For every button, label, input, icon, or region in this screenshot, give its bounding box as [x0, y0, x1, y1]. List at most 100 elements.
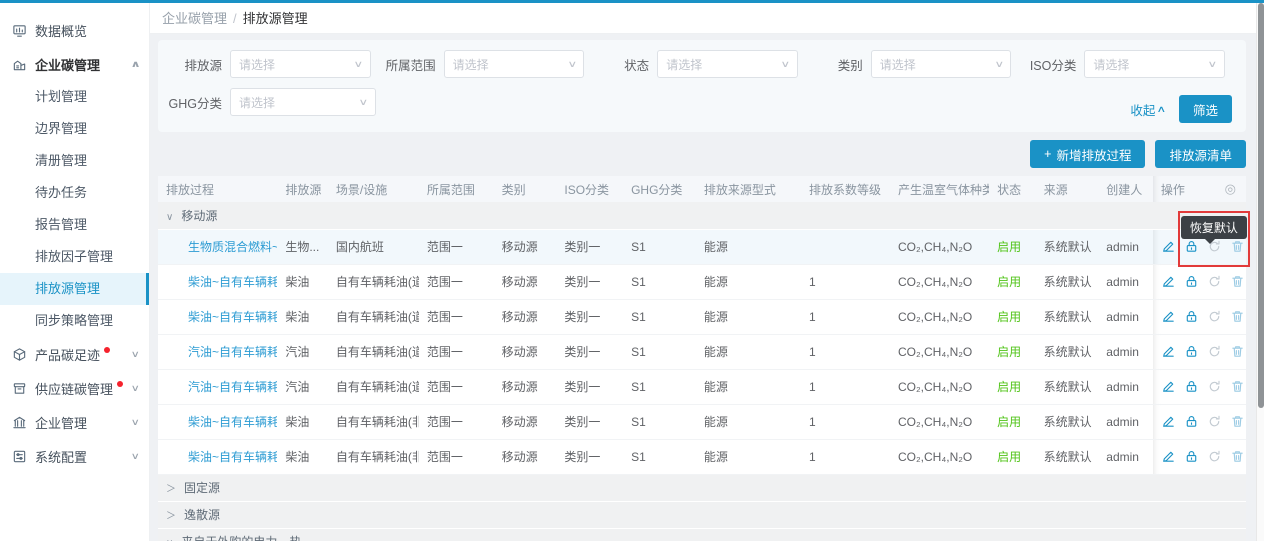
- lock-icon[interactable]: [1184, 379, 1200, 395]
- restore-default-icon[interactable]: [1207, 449, 1223, 465]
- table-row[interactable]: 柴油~自有车辆耗油...柴油自有车辆耗油(非...范围一移动源类别一S1能源1C…: [158, 404, 1246, 439]
- column-header-来源: 来源: [1036, 176, 1099, 202]
- delete-icon[interactable]: [1230, 309, 1246, 325]
- cell-creator: admin: [1098, 229, 1153, 264]
- group-row-固定源[interactable]: ＞固定源: [158, 474, 1246, 501]
- cell-actions: [1153, 264, 1246, 299]
- restore-default-icon[interactable]: [1207, 379, 1223, 395]
- sidebar-item-供应链碳管理[interactable]: 供应链碳管理∨: [0, 371, 149, 405]
- sidebar-item-排放源管理[interactable]: 排放源管理: [0, 273, 149, 305]
- row-actions: [1161, 274, 1238, 290]
- table-row[interactable]: 汽油~自有车辆耗油...汽油自有车辆耗油(道...范围一移动源类别一S1能源1C…: [158, 369, 1246, 404]
- lock-icon[interactable]: [1184, 274, 1200, 290]
- lock-icon[interactable]: [1184, 239, 1200, 255]
- table-row[interactable]: 柴油~自有车辆耗油...柴油自有车辆耗油(非...范围一移动源类别一S1能源1C…: [158, 439, 1246, 474]
- cell-ghg: S1: [623, 264, 696, 299]
- sidebar-item-清册管理[interactable]: 清册管理: [0, 145, 149, 177]
- cell-category: 移动源: [494, 229, 557, 264]
- vertical-scrollbar[interactable]: [1256, 3, 1264, 541]
- emission-process-link[interactable]: 柴油~自有车辆耗油...: [188, 450, 277, 464]
- notification-dot: [117, 381, 123, 387]
- emission-process-link[interactable]: 汽油~自有车辆耗油...: [188, 380, 277, 394]
- edit-icon[interactable]: [1161, 414, 1177, 430]
- lock-icon[interactable]: [1184, 414, 1200, 430]
- breadcrumb: 企业碳管理/排放源管理: [150, 3, 1256, 34]
- restore-default-icon[interactable]: [1207, 309, 1223, 325]
- cell-facility: 自有车辆耗油(道...: [328, 299, 419, 334]
- sidebar-item-排放因子管理[interactable]: 排放因子管理: [0, 241, 149, 273]
- table-row[interactable]: 生物质混合燃料~国...生物...国内航班范围一移动源类别一S1能源CO₂,CH…: [158, 229, 1246, 264]
- restore-default-icon[interactable]: [1207, 414, 1223, 430]
- delete-icon[interactable]: [1230, 274, 1246, 290]
- filter-select-状态[interactable]: 请选择∨: [657, 50, 798, 78]
- group-cell: ∨来自于外购的电力、热...: [158, 528, 1246, 541]
- sidebar-item-计划管理[interactable]: 计划管理: [0, 81, 149, 113]
- edit-icon[interactable]: [1161, 239, 1177, 255]
- edit-icon[interactable]: [1161, 379, 1177, 395]
- delete-icon[interactable]: [1230, 414, 1246, 430]
- scrollbar-thumb[interactable]: [1258, 3, 1264, 408]
- cell-gases: CO₂,CH₄,N₂O: [890, 264, 989, 299]
- filter-select-类别[interactable]: 请选择∨: [871, 50, 1012, 78]
- column-header-操作: 操作◎: [1153, 176, 1246, 202]
- emission-process-link[interactable]: 柴油~自有车辆耗油...: [188, 310, 277, 324]
- sidebar-item-企业管理[interactable]: 企业管理∨: [0, 405, 149, 439]
- emission-source-list-button[interactable]: 排放源清单: [1155, 140, 1246, 168]
- delete-icon[interactable]: [1230, 449, 1246, 465]
- edit-icon[interactable]: [1161, 449, 1177, 465]
- add-emission-process-button[interactable]: +新增排放过程: [1030, 140, 1145, 168]
- group-row-移动源[interactable]: ∨移动源: [158, 202, 1246, 229]
- sidebar-item-系统配置[interactable]: 系统配置∨: [0, 439, 149, 473]
- cell-status: 启用: [989, 299, 1036, 334]
- lock-icon[interactable]: [1184, 344, 1200, 360]
- delete-icon[interactable]: [1230, 239, 1246, 255]
- edit-icon[interactable]: [1161, 344, 1177, 360]
- cell-source_type: 能源: [696, 334, 801, 369]
- cell-source: 柴油: [277, 439, 328, 474]
- table-row[interactable]: 汽油~自有车辆耗油...汽油自有车辆耗油(道...范围一移动源类别一S1能源1C…: [158, 334, 1246, 369]
- emission-process-link[interactable]: 生物质混合燃料~国...: [188, 240, 277, 254]
- filter-button[interactable]: 筛选: [1179, 95, 1232, 123]
- sidebar-item-数据概览[interactable]: 数据概览: [0, 13, 149, 47]
- select-placeholder: 请选择: [453, 56, 489, 73]
- filter-select-所属范围[interactable]: 请选择∨: [444, 50, 585, 78]
- table-row[interactable]: 柴油~自有车辆耗油...柴油自有车辆耗油(道...范围一移动源类别一S1能源1C…: [158, 299, 1246, 334]
- sidebar-item-边界管理[interactable]: 边界管理: [0, 113, 149, 145]
- delete-icon[interactable]: [1230, 344, 1246, 360]
- filter-select-排放源[interactable]: 请选择∨: [230, 50, 371, 78]
- cell-source_type: 能源: [696, 299, 801, 334]
- emission-process-link[interactable]: 柴油~自有车辆耗油...: [188, 415, 277, 429]
- emission-process-link[interactable]: 柴油~自有车辆耗油...: [188, 275, 277, 289]
- column-settings-icon[interactable]: ◎: [1225, 181, 1236, 197]
- group-row-来自于外购的电力、热...[interactable]: ∨来自于外购的电力、热...: [158, 528, 1246, 541]
- sidebar-item-企业碳管理[interactable]: 企业碳管理∧: [0, 47, 149, 81]
- column-header-排放源: 排放源: [277, 176, 328, 202]
- group-row-逸散源[interactable]: ＞逸散源: [158, 501, 1246, 528]
- dashboard-icon: [12, 23, 27, 38]
- notification-dot: [104, 347, 110, 353]
- edit-icon[interactable]: [1161, 274, 1177, 290]
- sidebar-item-报告管理[interactable]: 报告管理: [0, 209, 149, 241]
- lock-icon[interactable]: [1184, 309, 1200, 325]
- filter-select-ISO分类[interactable]: 请选择∨: [1084, 50, 1225, 78]
- sidebar-item-待办任务[interactable]: 待办任务: [0, 177, 149, 209]
- cell-creator: admin: [1098, 334, 1153, 369]
- restore-default-icon[interactable]: [1207, 344, 1223, 360]
- cell-source: 生物...: [277, 229, 328, 264]
- edit-icon[interactable]: [1161, 309, 1177, 325]
- emission-process-link[interactable]: 汽油~自有车辆耗油...: [188, 345, 277, 359]
- sidebar-item-产品碳足迹[interactable]: 产品碳足迹∨: [0, 337, 149, 371]
- restore-default-icon[interactable]: [1207, 274, 1223, 290]
- lock-icon[interactable]: [1184, 449, 1200, 465]
- collapse-link[interactable]: 收起∧: [1130, 100, 1165, 119]
- cell-creator: admin: [1098, 404, 1153, 439]
- sidebar-item-同步策略管理[interactable]: 同步策略管理: [0, 305, 149, 337]
- breadcrumb-parent[interactable]: 企业碳管理: [162, 11, 227, 26]
- select-placeholder: 请选择: [880, 56, 916, 73]
- filter-field-状态: 状态请选择∨: [591, 50, 798, 78]
- chevron-down-icon: ∨: [359, 97, 369, 108]
- filter-select-GHG分类[interactable]: 请选择∨: [230, 88, 376, 116]
- delete-icon[interactable]: [1230, 379, 1246, 395]
- filter-field-所属范围: 所属范围请选择∨: [378, 50, 585, 78]
- table-row[interactable]: 柴油~自有车辆耗油...柴油自有车辆耗油(道...范围一移动源类别一S1能源1C…: [158, 264, 1246, 299]
